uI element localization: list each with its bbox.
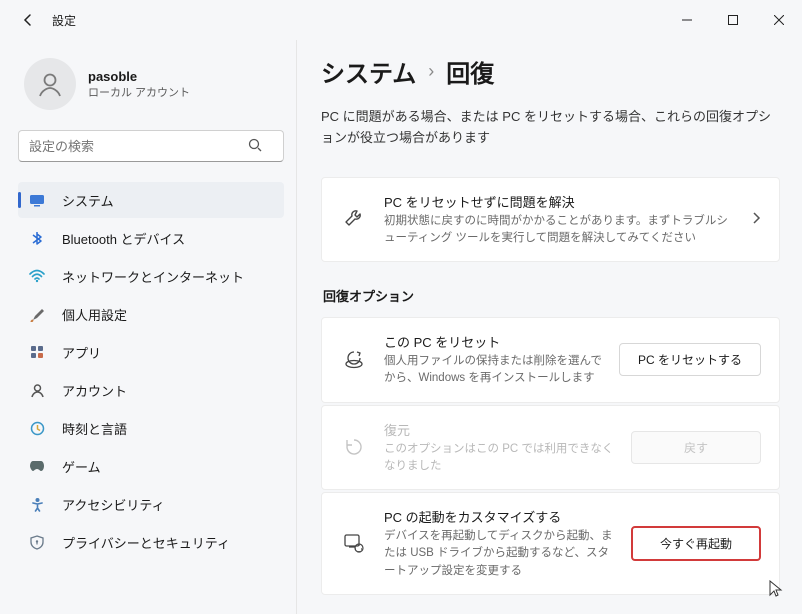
troubleshoot-desc: 初期状態に戻すのに時間がかかることがあります。まずトラブルシューティング ツール… bbox=[384, 213, 737, 248]
nav-label: プライバシーとセキュリティ bbox=[62, 533, 230, 552]
restore-card: 復元 このオプションはこの PC では利用できなくなりました 戻す bbox=[321, 405, 780, 491]
custom-boot-desc: デバイスを再起動してディスクから起動、または USB ドライブから起動するなど、… bbox=[384, 528, 617, 580]
section-label: 回復オプション bbox=[323, 286, 780, 305]
nav-label: アカウント bbox=[62, 381, 127, 400]
custom-boot-card: PC の起動をカスタマイズする デバイスを再起動してディスクから起動、または U… bbox=[321, 492, 780, 595]
nav-label: Bluetooth とデバイス bbox=[62, 229, 185, 248]
nav-privacy[interactable]: プライバシーとセキュリティ bbox=[18, 524, 284, 560]
restore-icon bbox=[340, 436, 368, 458]
nav-system[interactable]: システム bbox=[18, 182, 284, 218]
boot-settings-icon bbox=[340, 532, 368, 554]
back-button[interactable] bbox=[18, 10, 38, 30]
maximize-icon bbox=[728, 15, 738, 25]
nav-time-language[interactable]: 時刻と言語 bbox=[18, 410, 284, 446]
gaming-icon bbox=[28, 457, 46, 475]
maximize-button[interactable] bbox=[710, 0, 756, 40]
restore-title: 復元 bbox=[384, 420, 617, 439]
close-button[interactable] bbox=[756, 0, 802, 40]
troubleshoot-card[interactable]: PC をリセットせずに問題を解決 初期状態に戻すのに時間がかかることがあります。… bbox=[321, 177, 780, 263]
search-input[interactable] bbox=[18, 130, 284, 162]
close-icon bbox=[774, 15, 784, 25]
brush-icon bbox=[28, 305, 46, 323]
restore-desc: このオプションはこの PC では利用できなくなりました bbox=[384, 441, 617, 476]
reset-icon bbox=[340, 349, 368, 371]
nav-label: システム bbox=[62, 191, 114, 210]
apps-icon bbox=[28, 343, 46, 361]
cursor-icon bbox=[769, 580, 785, 598]
user-sub: ローカル アカウント bbox=[88, 84, 190, 100]
accessibility-icon bbox=[28, 495, 46, 513]
nav-label: アプリ bbox=[62, 343, 101, 362]
chevron-right-icon: › bbox=[428, 61, 434, 82]
breadcrumb: システム › 回復 bbox=[321, 54, 780, 89]
breadcrumb-parent[interactable]: システム bbox=[321, 54, 416, 89]
bluetooth-icon bbox=[28, 229, 46, 247]
minimize-icon bbox=[682, 15, 692, 25]
system-icon bbox=[28, 191, 46, 209]
nav-label: ネットワークとインターネット bbox=[62, 267, 244, 286]
custom-boot-title: PC の起動をカスタマイズする bbox=[384, 507, 617, 526]
wrench-icon bbox=[340, 208, 368, 230]
search-icon bbox=[248, 138, 262, 155]
reset-title: この PC をリセット bbox=[384, 332, 605, 351]
nav-label: 個人用設定 bbox=[62, 305, 127, 324]
nav-network[interactable]: ネットワークとインターネット bbox=[18, 258, 284, 294]
account-icon bbox=[28, 381, 46, 399]
nav-bluetooth[interactable]: Bluetooth とデバイス bbox=[18, 220, 284, 256]
restart-now-button[interactable]: 今すぐ再起動 bbox=[631, 526, 761, 561]
troubleshoot-title: PC をリセットせずに問題を解決 bbox=[384, 192, 737, 211]
nav-label: 時刻と言語 bbox=[62, 419, 127, 438]
user-name: pasoble bbox=[88, 69, 190, 84]
user-block[interactable]: pasoble ローカル アカウント bbox=[18, 58, 284, 110]
nav-account[interactable]: アカウント bbox=[18, 372, 284, 408]
restore-button: 戻す bbox=[631, 431, 761, 464]
intro-text: PC に問題がある場合、または PC をリセットする場合、これらの回復オプション… bbox=[321, 107, 780, 149]
clock-icon bbox=[28, 419, 46, 437]
window-title: 設定 bbox=[52, 12, 76, 29]
nav-gaming[interactable]: ゲーム bbox=[18, 448, 284, 484]
reset-desc: 個人用ファイルの保持または削除を選んでから、Windows を再インストールしま… bbox=[384, 353, 605, 388]
shield-icon bbox=[28, 533, 46, 551]
network-icon bbox=[28, 267, 46, 285]
breadcrumb-current: 回復 bbox=[446, 54, 494, 89]
arrow-left-icon bbox=[20, 12, 36, 28]
reset-pc-button[interactable]: PC をリセットする bbox=[619, 343, 761, 376]
nav-label: ゲーム bbox=[62, 457, 101, 476]
user-icon bbox=[35, 69, 65, 99]
reset-pc-card: この PC をリセット 個人用ファイルの保持または削除を選んでから、Window… bbox=[321, 317, 780, 403]
nav-label: アクセシビリティ bbox=[62, 495, 165, 514]
nav-apps[interactable]: アプリ bbox=[18, 334, 284, 370]
nav-personalization[interactable]: 個人用設定 bbox=[18, 296, 284, 332]
avatar bbox=[24, 58, 76, 110]
chevron-right-icon bbox=[751, 212, 761, 227]
nav-accessibility[interactable]: アクセシビリティ bbox=[18, 486, 284, 522]
minimize-button[interactable] bbox=[664, 0, 710, 40]
